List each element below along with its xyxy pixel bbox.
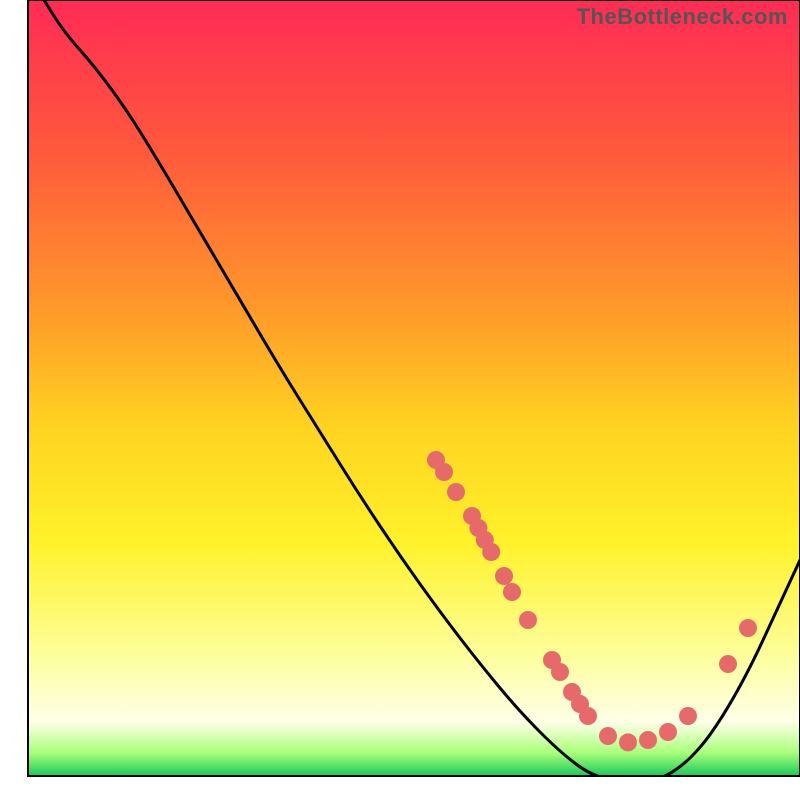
highlight-dot — [503, 583, 521, 601]
watermark-text: TheBottleneck.com — [577, 4, 788, 30]
highlight-dot — [719, 655, 737, 673]
highlight-dot — [482, 543, 500, 561]
highlight-dot — [495, 567, 513, 585]
highlight-dot — [639, 731, 657, 749]
gradient-background — [28, 0, 800, 776]
chart-container: TheBottleneck.com — [0, 0, 800, 800]
highlight-dot — [619, 733, 637, 751]
highlight-dot — [579, 707, 597, 725]
highlight-dot — [739, 619, 757, 637]
highlight-dot — [447, 483, 465, 501]
highlight-dot — [659, 723, 677, 741]
highlight-dot — [519, 611, 537, 629]
highlight-dot — [551, 663, 569, 681]
highlight-dot — [599, 727, 617, 745]
highlight-dot — [435, 463, 453, 481]
highlight-dot — [679, 707, 697, 725]
bottleneck-chart — [0, 0, 800, 800]
